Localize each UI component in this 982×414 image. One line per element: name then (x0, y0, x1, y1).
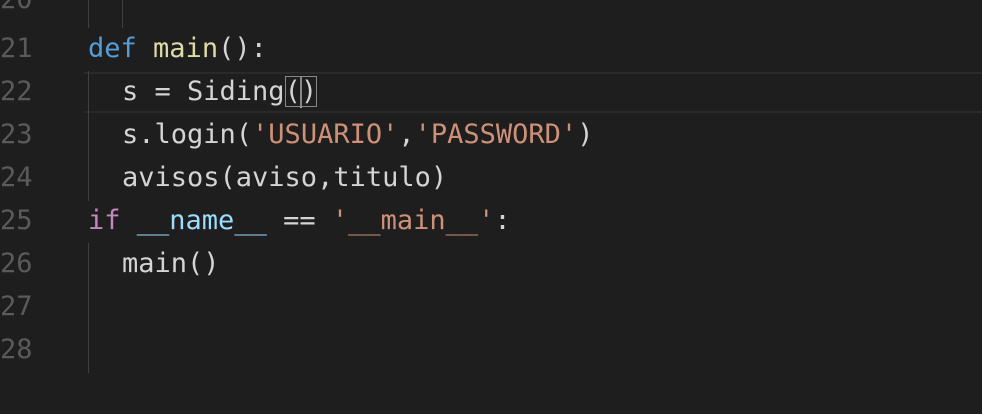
code-token: (): (218, 33, 267, 64)
code-token: '__main__' (331, 205, 495, 236)
code-line-24[interactable]: 24 avisos(aviso,titulo) (0, 156, 982, 199)
line-number: 23 (0, 119, 33, 150)
matched-bracket: ) (300, 76, 318, 107)
code-token: == (266, 205, 332, 236)
code-token: s.login( (122, 119, 253, 150)
code-line-26[interactable]: 26 main() (0, 242, 982, 285)
code-text[interactable]: def main(): (88, 27, 267, 70)
code-token: def (88, 33, 137, 64)
line-number: 20 (0, 0, 33, 21)
code-editor[interactable]: 2021def main():22s = Siding()23s.login('… (0, 0, 982, 414)
line-number: 28 (0, 334, 33, 365)
code-token: 'PASSWORD' (414, 119, 578, 150)
code-token: if (88, 205, 121, 236)
code-token: 'USUARIO' (252, 119, 399, 150)
code-token: main() (122, 248, 220, 279)
code-text[interactable]: s.login('USUARIO','PASSWORD') (122, 113, 593, 156)
code-line-21[interactable]: 21 def main(): (0, 27, 982, 70)
code-token: main (153, 33, 219, 64)
code-token: Siding (187, 76, 285, 107)
code-token: ) (577, 119, 594, 150)
code-token: __name__ (136, 205, 267, 236)
code-line-22[interactable]: 22 s = Siding() (0, 70, 982, 113)
code-text[interactable]: avisos(aviso,titulo) (122, 156, 447, 199)
code-text[interactable]: if __name__ == '__main__': (88, 199, 511, 242)
code-line-28[interactable]: 28 (0, 328, 982, 371)
code-text[interactable]: s = Siding() (122, 70, 318, 113)
line-number: 21 (0, 33, 33, 64)
code-token: avisos(aviso,titulo) (122, 162, 448, 193)
code-token: s = (122, 76, 188, 107)
matched-bracket: ( (284, 76, 301, 107)
code-token: , (398, 119, 415, 150)
code-text[interactable]: main() (122, 242, 220, 285)
line-number: 26 (0, 248, 33, 279)
code-line-20[interactable]: 20 (0, 0, 982, 21)
line-number: 27 (0, 291, 33, 322)
code-line-27[interactable]: 27 (0, 285, 982, 328)
code-line-25[interactable]: 25 if __name__ == '__main__': (0, 199, 982, 242)
line-number: 25 (0, 205, 33, 236)
code-line-23[interactable]: 23 s.login('USUARIO','PASSWORD') (0, 113, 982, 156)
code-token: : (494, 205, 511, 236)
line-number: 24 (0, 162, 33, 193)
line-number: 22 (0, 76, 33, 107)
